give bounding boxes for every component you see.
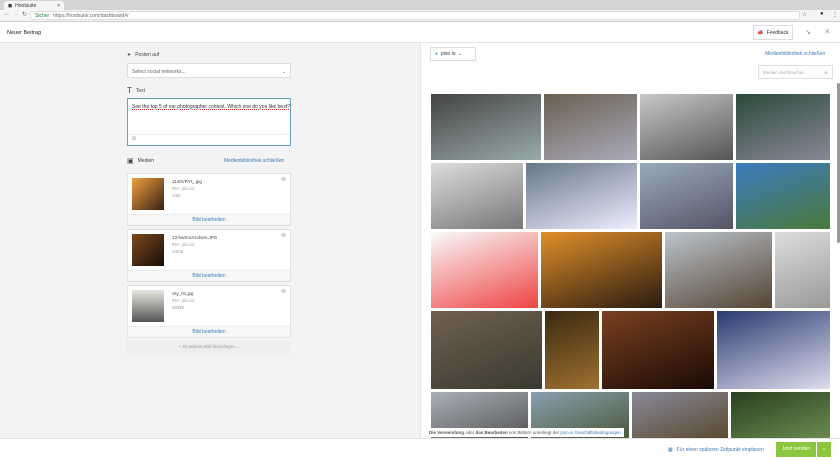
text-label: T Text — [127, 86, 145, 95]
media-label: ▣ Medien — [127, 157, 154, 165]
text-label-text: Text — [135, 87, 146, 94]
tab-title: Hootsuite — [15, 2, 37, 9]
media-search-input[interactable]: Medien durchsuchen ... ⊕ — [758, 65, 833, 79]
remove-media-icon[interactable]: ⊗ — [281, 176, 286, 183]
add-more-images-button[interactable]: + 20 weitere Bild hinzufügen ... — [127, 341, 291, 353]
media-thumbnail — [132, 178, 164, 210]
remove-media-icon[interactable]: ⊗ — [281, 288, 286, 295]
star-icon[interactable]: ☆ — [802, 11, 807, 18]
library-image[interactable] — [541, 232, 662, 308]
media-size: 13mb — [172, 249, 184, 254]
chevron-down-icon: ⌄ — [281, 69, 286, 75]
library-image[interactable] — [431, 163, 523, 229]
library-image[interactable] — [717, 311, 830, 389]
post-to-text: Posten auf — [135, 52, 160, 58]
reload-icon[interactable]: ↻ — [22, 11, 27, 18]
send-options-chevron-icon[interactable]: ⌄ — [817, 442, 831, 457]
menu-icon[interactable]: ⋮ — [832, 11, 838, 18]
library-image[interactable] — [602, 311, 714, 389]
networks-placeholder: Select social networks... — [132, 69, 186, 75]
library-image[interactable] — [640, 94, 733, 160]
browser-tab[interactable]: ◼ Hootsuite × — [4, 1, 64, 10]
hootsuite-favicon-icon: ◼ — [8, 2, 13, 9]
media-filename: 13-hartmut-tobies.JPG — [172, 235, 218, 240]
library-image[interactable] — [736, 163, 830, 229]
library-image[interactable] — [731, 392, 830, 438]
edit-image-button[interactable]: Bild bearbeiten — [128, 214, 290, 225]
search-placeholder: Medien durchsuchen ... — [763, 70, 810, 75]
emoji-icon[interactable]: ☺ — [131, 136, 137, 142]
compose-panel: ➤ Posten auf Select social networks... ⌄ T… — [0, 43, 420, 438]
terms-link[interactable]: pixo.io Geschäftsbedingungen — [560, 430, 621, 435]
usage-notice: Die Verwendung oder das Bearbeiten von B… — [426, 428, 624, 437]
edit-image-button[interactable]: Bild bearbeiten — [128, 270, 290, 281]
paper-plane-icon: ➤ — [127, 52, 132, 58]
url-text: https://hootsuite.com/dashboard#/ — [53, 12, 129, 19]
minimize-icon[interactable]: ↘ — [805, 28, 811, 36]
forward-icon[interactable]: → — [13, 11, 19, 17]
image-icon: ▣ — [127, 158, 134, 165]
page-title: Neuer Beitrag — [7, 30, 41, 36]
media-source: Per: pixo.io — [172, 242, 195, 247]
message-textarea[interactable]: See the top 5 of our photographer contes… — [127, 98, 291, 146]
library-image[interactable] — [526, 163, 637, 229]
media-card: city_01.jpg Per: pixo.io 383kb ⊗ Bild bear… — [127, 285, 291, 338]
close-icon[interactable]: × — [825, 27, 830, 36]
edit-image-button[interactable]: Bild bearbeiten — [128, 326, 290, 337]
schedule-later-button[interactable]: ▦ Für einen späteren Zeitpunkt einplanen — [668, 447, 764, 453]
feedback-button[interactable]: 📣 Feedback — [753, 25, 793, 40]
notice-text: von Bildern unterliegt der — [507, 430, 561, 435]
library-image[interactable] — [665, 232, 772, 308]
media-size: 383kb — [172, 305, 185, 310]
message-text: See the top 5 of our photographer contes… — [132, 104, 290, 110]
send-now-button[interactable]: Jetzt senden — [776, 442, 816, 457]
media-thumbnail — [132, 290, 164, 322]
library-image[interactable] — [431, 311, 542, 389]
browser-tab-bar — [0, 0, 840, 10]
media-thumbnail — [132, 234, 164, 266]
calendar-icon: ▦ — [668, 447, 673, 453]
media-source: Per: pixo.io — [172, 298, 195, 303]
library-image[interactable] — [640, 163, 733, 229]
post-to-label: ➤ Posten auf — [127, 52, 159, 58]
close-library-link[interactable]: Medienbibliothek schließen — [765, 51, 825, 57]
remove-media-icon[interactable]: ⊗ — [281, 232, 286, 239]
notice-bold: Die Verwendung — [429, 430, 465, 435]
social-networks-select[interactable]: Select social networks... ⌄ — [127, 63, 291, 78]
library-source-select[interactable]: ● pixo.io ⌄ — [430, 47, 476, 61]
media-card: 1140VRYt_.jpg Per: pixo.io 1mb ⊗ Bild bear… — [127, 173, 291, 226]
feedback-label: Feedback — [766, 29, 789, 36]
header: Neuer Beitrag 📣 Feedback ↘ × — [0, 22, 840, 43]
secure-indicator: Sicher — [35, 12, 50, 19]
notice-bold: das Bearbeiten — [475, 430, 508, 435]
library-image[interactable] — [431, 232, 538, 308]
media-library-panel: ● pixo.io ⌄ Medienbibliothek schließen Med… — [420, 43, 840, 438]
close-library-link[interactable]: Medienbibliothek schließen — [224, 158, 284, 164]
library-image[interactable] — [545, 311, 599, 389]
schedule-label: Für einen späteren Zeitpunkt einplanen — [676, 447, 764, 453]
globe-icon: ● — [435, 51, 439, 57]
library-image[interactable] — [775, 232, 830, 308]
library-image[interactable] — [544, 94, 637, 160]
library-image[interactable] — [431, 94, 541, 160]
notice-text: oder — [464, 430, 476, 435]
library-image[interactable] — [736, 94, 830, 160]
back-icon[interactable]: ← — [4, 11, 10, 17]
search-icon: ⊕ — [824, 70, 828, 75]
media-filename: city_01.jpg — [172, 291, 194, 296]
chevron-down-icon: ⌄ — [458, 51, 463, 57]
profile-icon[interactable]: ● — [820, 11, 824, 17]
media-label-text: Medien — [137, 158, 155, 164]
text-icon: T — [127, 86, 132, 95]
url-field[interactable]: Sicher https://hootsuite.com/dashboard#/ — [30, 11, 800, 20]
media-size: 1mb — [172, 193, 181, 198]
media-card: 13-hartmut-tobies.JPG Per: pixo.io 13mb ⊗ … — [127, 229, 291, 282]
close-tab-icon[interactable]: × — [57, 3, 60, 9]
library-source: pixo.io — [441, 51, 456, 57]
library-image[interactable] — [632, 392, 728, 438]
media-filename: 1140VRYt_.jpg — [172, 179, 202, 184]
megaphone-icon: 📣 — [757, 29, 764, 36]
media-source: Per: pixo.io — [172, 186, 195, 191]
footer-bar: ▦ Für einen späteren Zeitpunkt einplanen … — [0, 438, 840, 460]
